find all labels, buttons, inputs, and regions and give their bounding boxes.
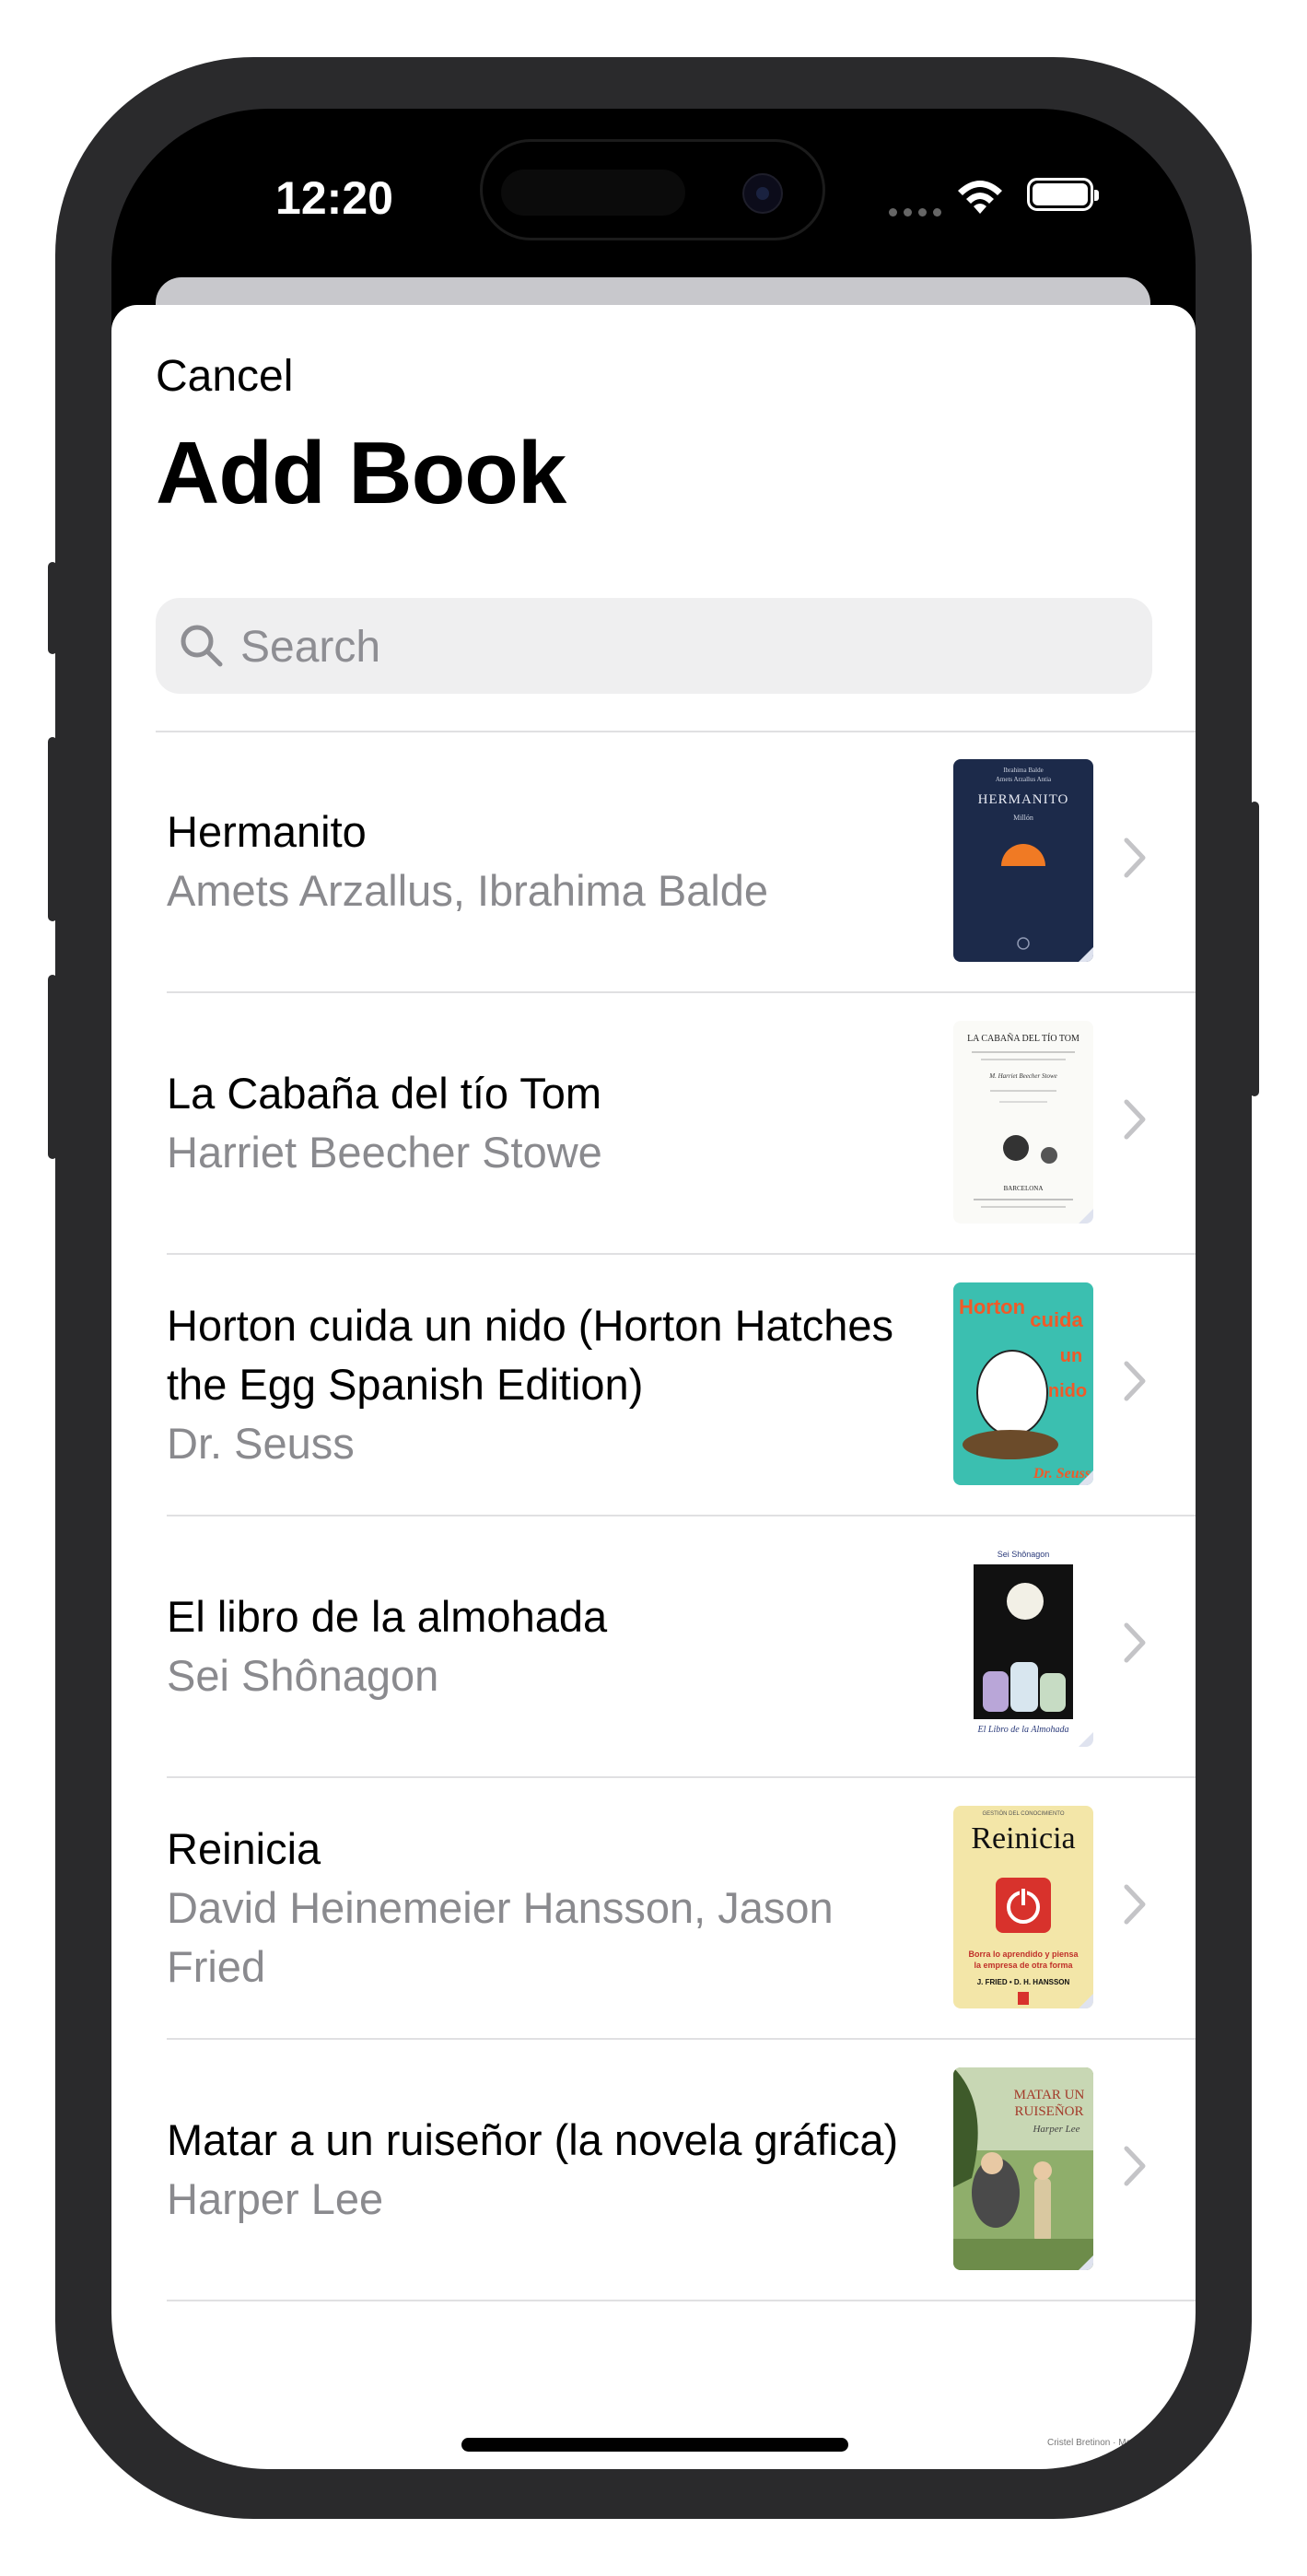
cover-author: Sei Shônagon [998, 1550, 1050, 1559]
home-indicator[interactable] [461, 2438, 848, 2452]
book-title: Reinicia [167, 1824, 321, 1873]
cover-title-2: RUISEÑOR [1014, 2104, 1083, 2119]
cover-authors: J. FRIED • D. H. HANSSON [977, 1978, 1070, 1986]
cover-word-2: cuida [1030, 1308, 1083, 1331]
book-authors: Dr. Seuss [167, 1419, 355, 1468]
status-time: 12:20 [275, 172, 393, 224]
add-book-sheet: Cancel Add Book Search Hermanito Amets A… [111, 305, 1196, 2469]
cover-title: El Libro de la Almohada [977, 1725, 1069, 1735]
book-row[interactable]: Reinicia David Heinemeier Hansson, Jason… [167, 1778, 1196, 2040]
cover-title: Reinicia [971, 1821, 1075, 1856]
book-row[interactable]: Matar a un ruiseñor (la novela gráfica) … [167, 2040, 1196, 2301]
volume-down-button [48, 975, 57, 1159]
signal-icon [889, 208, 941, 217]
cover-title: LA CABAÑA DEL TÍO TOM [967, 1033, 1079, 1044]
cover-word-1: Horton [959, 1295, 1025, 1318]
battery-icon [1027, 178, 1099, 211]
chevron-right-icon [1124, 1361, 1146, 1401]
cover-word-4: nido [1048, 1381, 1087, 1401]
cover-title-1: MATAR UN [1014, 2088, 1085, 2102]
cover-authors-2: Amets Arzallus Antia [996, 776, 1052, 783]
cover-top: GESTIÓN DEL CONOCIMIENTO [982, 1810, 1064, 1817]
screen: 12:20 Cancel Add Book Search Hermanito A… [111, 109, 1196, 2469]
book-authors: Sei Shônagon [167, 1651, 439, 1700]
cover-author: Harper Lee [1032, 2124, 1079, 2135]
book-title: La Cabaña del tío Tom [167, 1069, 602, 1118]
chevron-right-icon [1124, 2146, 1146, 2186]
wifi-icon [958, 181, 1002, 214]
chevron-right-icon [1124, 1099, 1146, 1140]
cover-sub-2: la empresa de otra forma [974, 1961, 1073, 1970]
cover-sub: Millón [1013, 814, 1033, 822]
book-row[interactable]: Hermanito Amets Arzallus, Ibrahima Balde… [167, 732, 1196, 993]
book-row[interactable]: El libro de la almohada Sei Shônagon Sei… [167, 1516, 1196, 1778]
power-button [1250, 802, 1259, 1096]
book-title: El libro de la almohada [167, 1592, 608, 1641]
book-title: Hermanito [167, 807, 367, 856]
chevron-right-icon [1124, 1884, 1146, 1925]
search-field[interactable]: Search [156, 598, 1152, 694]
volume-up-button [48, 737, 57, 921]
horton-cover: Horton cuida un nido Dr. Seuss [953, 1282, 1093, 1485]
cover-authors-1: Ibrahima Balde [1003, 767, 1043, 774]
reinicia-cover: GESTIÓN DEL CONOCIMIENTO Reinicia Borra … [953, 1806, 1093, 2008]
cover-author: M. Harriet Beecher Stowe [988, 1072, 1056, 1080]
search-icon [181, 625, 223, 667]
page-title: Add Book [156, 424, 566, 522]
cover-word-3: un [1060, 1346, 1082, 1366]
hermanito-cover: Ibrahima Balde Amets Arzallus Antia HERM… [953, 759, 1093, 962]
cover-title: HERMANITO [978, 792, 1069, 807]
ruisenor-cover: MATAR UN RUISEÑOR Harper Lee [953, 2067, 1093, 2270]
cover-city: BARCELONA [1004, 1185, 1044, 1192]
book-authors: David Heinemeier Hansson, Jason Fried [167, 1883, 834, 1991]
partial-cover-text: Cristel Bretinon · Maite Bramenuel [1047, 2438, 1188, 2448]
cover-sub-1: Borra lo aprendido y piensa [968, 1950, 1079, 1959]
search-placeholder: Search [240, 623, 381, 672]
book-title: Matar a un ruiseñor (la novela gráfica) [167, 2115, 899, 2164]
book-list: Hermanito Amets Arzallus, Ibrahima Balde… [167, 732, 1196, 2301]
camera-icon [742, 173, 783, 214]
cancel-button[interactable]: Cancel [156, 351, 293, 402]
book-row[interactable]: La Cabaña del tío Tom Harriet Beecher St… [167, 993, 1196, 1255]
book-title: Horton cuida un nido (Horton Hatches the… [167, 1301, 893, 1409]
book-row[interactable]: Horton cuida un nido (Horton Hatches the… [167, 1255, 1196, 1516]
book-authors: Harper Lee [167, 2174, 384, 2223]
cabana-cover: LA CABAÑA DEL TÍO TOM M. Harriet Beecher… [953, 1021, 1093, 1224]
book-authors: Harriet Beecher Stowe [167, 1128, 602, 1177]
dynamic-island [480, 139, 825, 240]
chevron-right-icon [1124, 1622, 1146, 1663]
book-authors: Amets Arzallus, Ibrahima Balde [167, 866, 769, 915]
chevron-right-icon [1124, 837, 1146, 878]
almohada-cover: Sei Shônagon El Libro de la Almohada [953, 1544, 1093, 1747]
action-button [48, 562, 57, 654]
cover-brand: Dr. Seuss [1033, 1466, 1091, 1481]
